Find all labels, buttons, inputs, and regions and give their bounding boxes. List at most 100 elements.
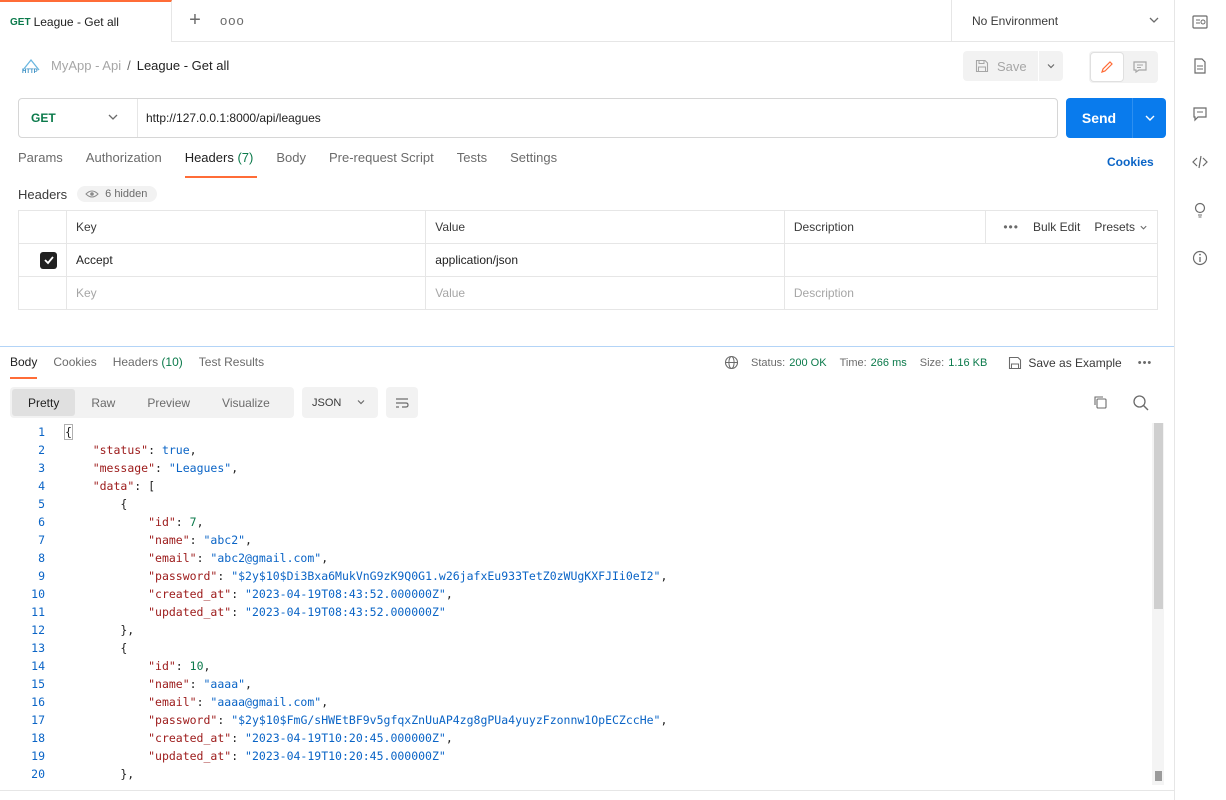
code-icon[interactable] — [1189, 151, 1211, 173]
json-punctuation — [65, 569, 148, 583]
format-select[interactable]: JSON — [302, 387, 378, 418]
json-string: "abc2" — [203, 533, 246, 547]
json-number: 7 — [189, 515, 197, 529]
json-punctuation: , — [245, 677, 252, 691]
info-icon[interactable] — [1189, 247, 1211, 269]
json-punctuation: , — [203, 659, 211, 673]
json-string: "aaaa@gmail.com" — [210, 695, 322, 709]
header-description-cell[interactable] — [783, 243, 1159, 277]
tab-body[interactable]: Body — [276, 150, 306, 178]
environment-select[interactable]: No Environment — [951, 0, 1174, 42]
header-enabled-checkbox[interactable] — [40, 251, 57, 269]
url-input[interactable]: http://127.0.0.1:8000/api/leagues — [138, 99, 1057, 137]
json-string: "2023-04-19T08:43:52.000000Z" — [245, 605, 446, 619]
breadcrumb-separator: / — [127, 58, 131, 73]
save-button[interactable]: Save — [963, 51, 1038, 81]
method-label: GET — [31, 111, 56, 125]
time-value[interactable]: 266 ms — [871, 357, 907, 369]
new-tab-plus-icon[interactable]: + — [184, 10, 206, 32]
code-line: 20 }, — [0, 765, 1152, 783]
save-dropdown-button[interactable] — [1039, 51, 1063, 81]
status-value[interactable]: 200 OK — [789, 357, 826, 369]
presets-dropdown[interactable]: Presets — [1094, 220, 1148, 234]
documentation-icon[interactable] — [1189, 55, 1211, 77]
response-tab-headers[interactable]: Headers (10) — [113, 355, 183, 379]
comment-mode-button[interactable] — [1125, 53, 1157, 81]
tab-params[interactable]: Params — [18, 150, 63, 178]
line-number: 15 — [31, 677, 45, 691]
scrollbar-thumb[interactable] — [1154, 423, 1163, 609]
hidden-headers-toggle[interactable]: 6 hidden — [77, 186, 158, 202]
response-more-icon[interactable]: ••• — [1138, 357, 1153, 369]
code-scrollbar[interactable] — [1152, 423, 1164, 785]
line-number: 6 — [38, 515, 45, 529]
line-number: 4 — [38, 479, 45, 493]
key-placeholder-cell[interactable]: Key — [65, 276, 427, 310]
json-punctuation: : — [231, 587, 246, 601]
request-tab[interactable]: GET League - Get all — [0, 0, 172, 42]
more-options-icon[interactable]: ••• — [1003, 220, 1019, 234]
tab-settings[interactable]: Settings — [510, 150, 557, 178]
view-visualize-button[interactable]: Visualize — [206, 389, 286, 416]
wrap-lines-button[interactable] — [386, 387, 418, 418]
view-pretty-button[interactable]: Pretty — [12, 389, 76, 416]
view-preview-button[interactable]: Preview — [131, 389, 206, 416]
json-boolean: true — [161, 443, 190, 457]
header-value-cell[interactable]: application/json — [425, 243, 785, 277]
tab-headers[interactable]: Headers (7) — [184, 150, 257, 178]
tab-tests[interactable]: Tests — [457, 150, 487, 178]
json-punctuation: { — [64, 424, 73, 440]
code-line: 7 "name": "abc2", — [0, 531, 1152, 549]
tab-more-icon[interactable]: ooo — [220, 10, 244, 32]
send-button[interactable]: Send — [1066, 98, 1166, 138]
send-dropdown-button[interactable] — [1132, 98, 1166, 138]
line-number: 1 — [38, 425, 45, 439]
size-value[interactable]: 1.16 KB — [948, 357, 987, 369]
tab-pre-request-script[interactable]: Pre-request Script — [329, 150, 434, 178]
tab-label: Settings — [510, 150, 558, 165]
edit-mode-button[interactable] — [1091, 53, 1123, 81]
lightbulb-icon[interactable] — [1189, 199, 1211, 221]
json-punctuation: : [ — [134, 479, 156, 493]
header-key-cell[interactable]: Accept — [65, 243, 427, 277]
breadcrumb-collection[interactable]: MyApp - Api — [51, 58, 121, 73]
tab-authorization[interactable]: Authorization — [86, 150, 162, 178]
json-punctuation: : — [175, 659, 190, 673]
bulk-edit-button[interactable]: Bulk Edit — [1033, 220, 1080, 234]
view-raw-button[interactable]: Raw — [75, 389, 131, 416]
response-tab-body[interactable]: Body — [10, 355, 38, 379]
json-punctuation: , — [660, 569, 668, 583]
cookies-link[interactable]: Cookies — [1107, 155, 1154, 169]
response-divider[interactable] — [0, 346, 1174, 347]
response-tab-cookies[interactable]: Cookies — [53, 355, 96, 379]
time-label: Time: — [839, 356, 867, 369]
line-content: "email": "abc2@gmail.com", — [45, 551, 328, 565]
json-punctuation: , — [196, 515, 204, 529]
globe-icon[interactable] — [724, 355, 739, 370]
response-body-viewer[interactable]: 1{2 "status": true, 3 "message": "Leagues… — [0, 423, 1152, 785]
eye-icon — [85, 190, 99, 198]
http-icon: HTTP — [22, 58, 40, 75]
tab-title: League - Get all — [33, 15, 119, 29]
description-placeholder-cell[interactable]: Description — [783, 276, 1159, 310]
json-punctuation: : — [155, 461, 169, 475]
breadcrumb-request-name[interactable]: League - Get all — [137, 58, 230, 73]
json-key: "name" — [148, 533, 190, 547]
comments-icon[interactable] — [1189, 103, 1211, 125]
tab-label: Authorization — [85, 150, 162, 165]
save-icon — [1009, 356, 1022, 369]
method-select[interactable]: GET — [19, 99, 138, 137]
save-as-example-button[interactable]: Save as Example — [1008, 356, 1122, 370]
copy-button[interactable] — [1092, 394, 1108, 413]
chevron-down-icon — [1149, 17, 1159, 23]
response-tab-test-results[interactable]: Test Results — [199, 355, 264, 379]
copy-icon — [1094, 396, 1107, 409]
search-button[interactable] — [1132, 394, 1150, 415]
save-icon — [975, 59, 989, 73]
environment-quicklook-icon[interactable] — [1189, 11, 1211, 33]
json-string: "2023-04-19T10:20:45.000000Z" — [245, 731, 446, 745]
value-placeholder-cell[interactable]: Value — [425, 276, 785, 310]
wrap-lines-icon — [396, 397, 409, 408]
line-content: "password": "$2y$10$Di3Bxa6MukVnG9zK9Q0G… — [45, 569, 667, 583]
json-key: "id" — [148, 659, 176, 673]
